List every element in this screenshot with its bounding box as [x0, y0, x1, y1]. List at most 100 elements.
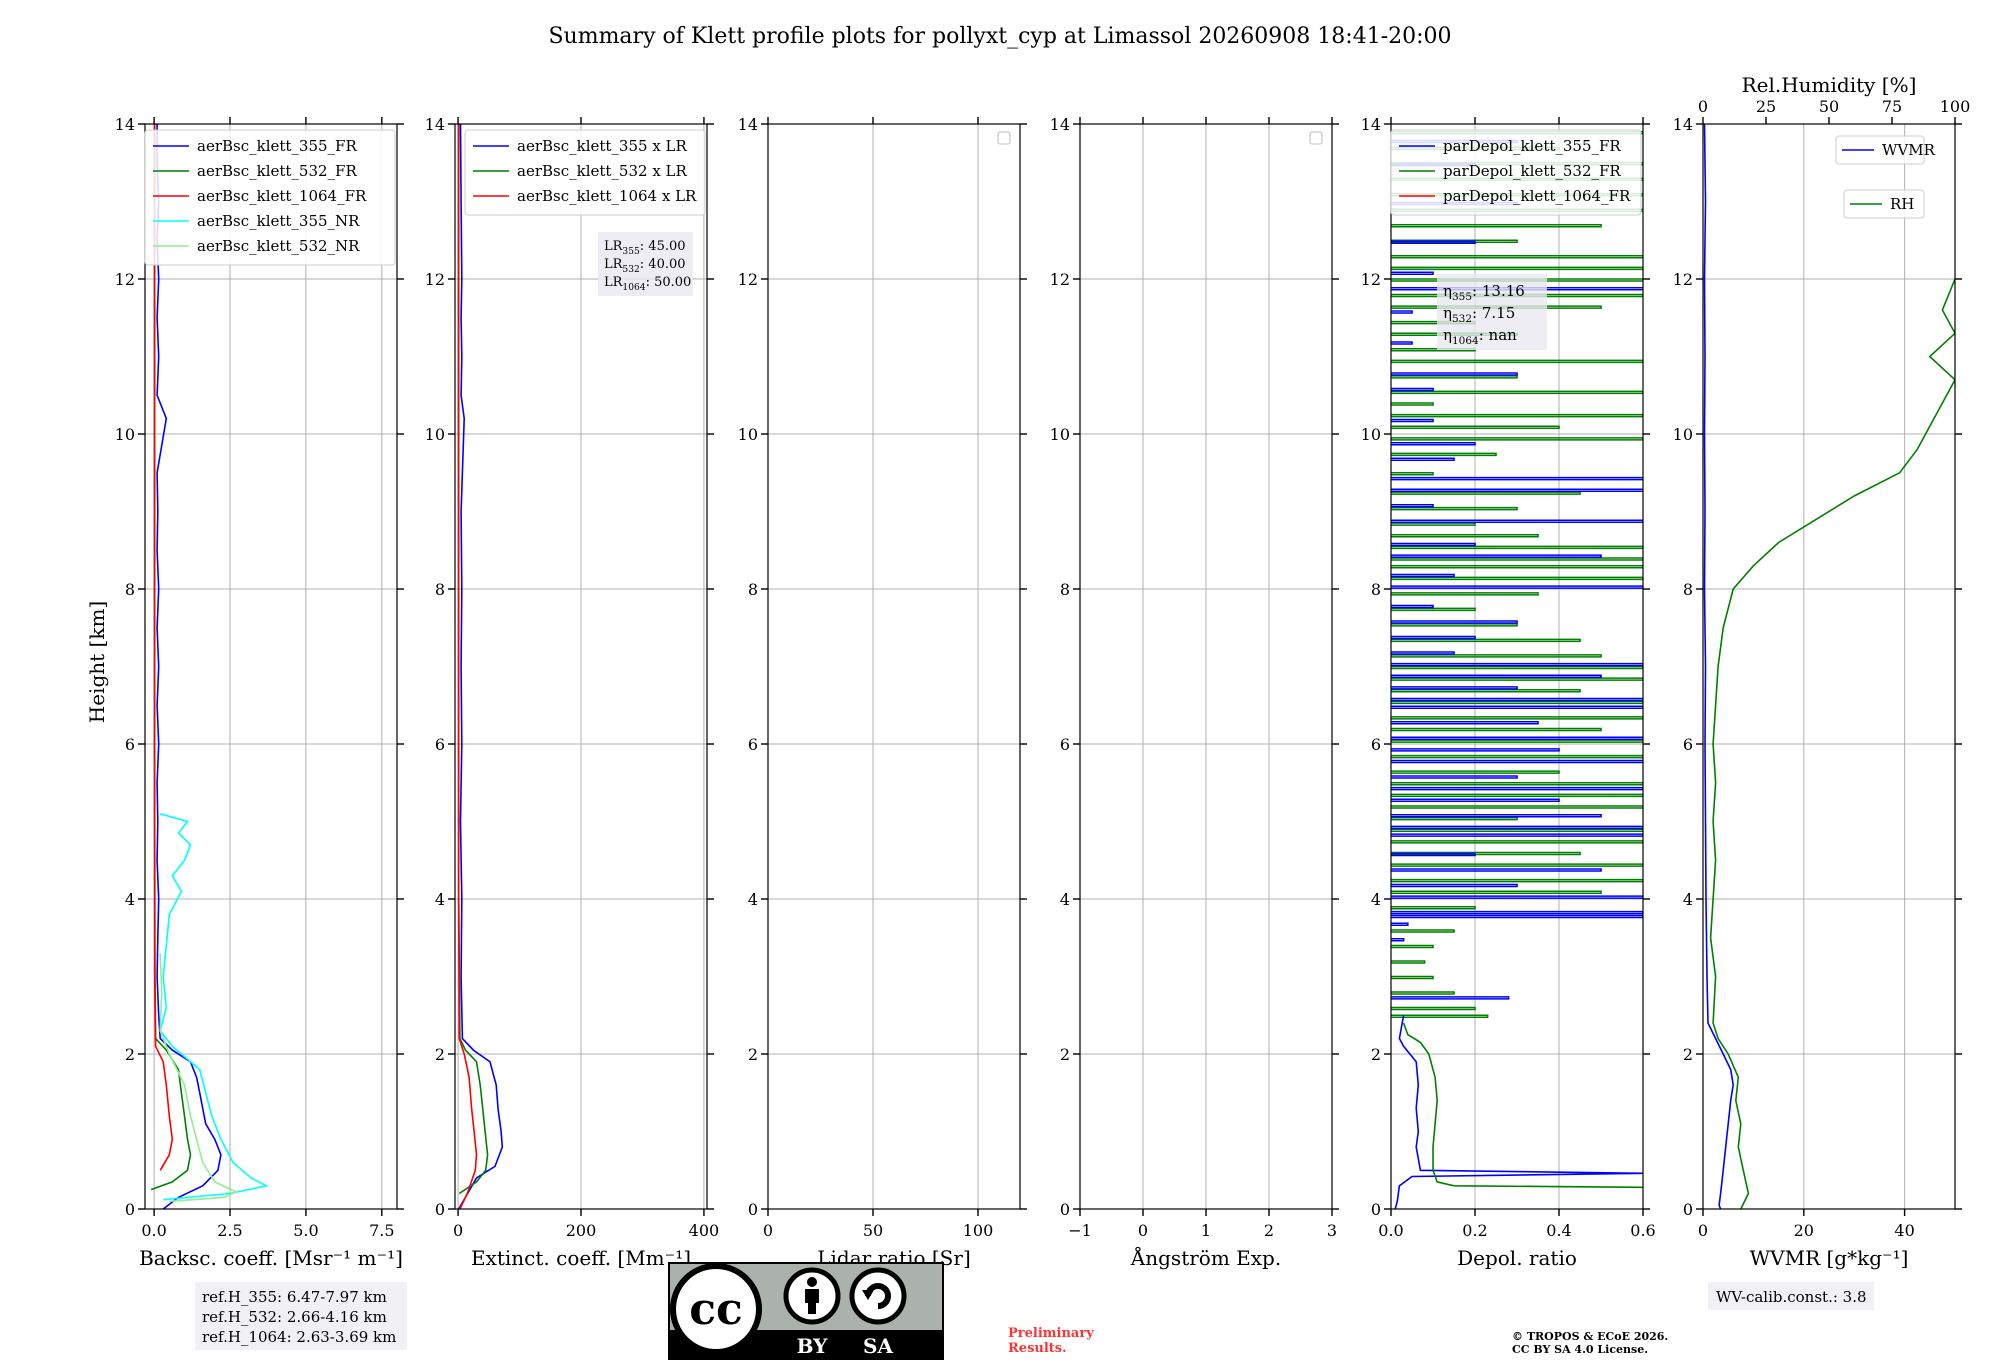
depol-355-spike-11: [1391, 813, 1602, 818]
depol-532-spike-9: [1391, 878, 1643, 883]
y-tick-label: 8: [125, 580, 135, 599]
depol-532-spike-16: [1391, 793, 1643, 798]
depol-532-spike-38: [1391, 506, 1518, 511]
depol-355-spike-40: [1391, 372, 1518, 376]
depol-355-spike-0: [1391, 996, 1510, 1000]
depol-532-spike-19: [1391, 754, 1643, 759]
x-axis-label: WVMR [g*kg⁻¹]: [1750, 1246, 1909, 1270]
y-tick-label: 14: [1673, 115, 1693, 134]
depol-355-spike-23: [1391, 662, 1643, 667]
depol-532-spike-15: [1391, 805, 1643, 809]
depol-532-spike-29: [1391, 623, 1518, 627]
x-tick-label: 0: [1138, 1221, 1148, 1240]
panel-extinction: 0 200 400 0 2 4 6 8 10 12 14 Extinct. coeff. [Mm⁻¹]…: [425, 115, 720, 1270]
x-tick-label: 5.0: [293, 1221, 318, 1240]
depol-532-spike-44: [1391, 413, 1643, 418]
y-tick-label: 0: [1371, 1200, 1381, 1219]
depol-355-spike-9: [1391, 833, 1643, 837]
x-tick-label: 0.0: [141, 1221, 166, 1240]
preliminary-results-2: Results.: [1008, 1341, 1067, 1356]
y-tick-label: 0: [1683, 1200, 1693, 1219]
y-tick-label: 6: [1683, 735, 1693, 754]
depol-532-spike-56: [1391, 254, 1643, 259]
copyright-line-1: © TROPOS & ECoE 2026.: [1512, 1330, 1668, 1343]
y-tick-label: 4: [1060, 890, 1070, 909]
y-tick-label: 10: [425, 425, 445, 444]
depol-532-spike-14: [1391, 816, 1518, 821]
y-tick-label: 14: [1361, 115, 1381, 134]
y-tick-label: 12: [425, 270, 445, 289]
depol-355-spike-18: [1391, 720, 1539, 725]
depol-355-spike-10: [1391, 825, 1643, 830]
figure: Summary of Klett profile plots for polly…: [0, 0, 2000, 1360]
y-tick-label: 6: [435, 735, 445, 754]
y-axis-label: Height [km]: [85, 601, 109, 723]
cc-by-label: BY: [797, 1334, 829, 1358]
depol-355-spike-31: [1391, 542, 1476, 547]
depol-532-spike-40: [1391, 471, 1434, 476]
sa-share-alike-icon: [849, 1267, 907, 1325]
depol-355-spike-29: [1391, 573, 1455, 578]
depol-532-spike-2: [1391, 991, 1455, 995]
depol-355-spike-38: [1391, 418, 1434, 423]
x-tick-label: 0.4: [1546, 1221, 1571, 1240]
legend-extinction: aerBsc_klett_355 x LR aerBsc_klett_532 x …: [464, 129, 706, 216]
y-tick-label: 12: [1673, 270, 1693, 289]
ref-height-532: ref.H_532: 2.66-4.16 km: [202, 1308, 387, 1326]
depol-532-spike-8: [1391, 890, 1602, 895]
depol-532-spike-20: [1391, 739, 1643, 743]
y-tick-label: 6: [1371, 735, 1381, 754]
depol-355-spike-37: [1391, 441, 1476, 446]
y-tick-label: 10: [1361, 425, 1381, 444]
depol-355-spike-4: [1391, 910, 1643, 915]
depol-532-spike-4: [1391, 960, 1426, 964]
series-line-depol-1: [1402, 1022, 1643, 1189]
depol-355-spike-14: [1391, 775, 1518, 779]
depol-532-spike-13: [1391, 828, 1643, 833]
panel-wvmr: 0 20 40 0 2 4 6 8 10 12 14 WVMR [g*kg⁻¹] 0 25 50 75 100 R…: [1673, 73, 1971, 1270]
x2-tick-label: 25: [1756, 97, 1776, 116]
depol-532-spike-21: [1391, 727, 1602, 732]
series-line-depol-0: [1394, 1015, 1643, 1209]
depol-355-spike-32: [1391, 519, 1643, 524]
y-tick-label: 6: [125, 735, 135, 754]
depol-532-spike-28: [1391, 638, 1581, 643]
legend-label: aerBsc_klett_1064_FR: [197, 187, 367, 205]
depol-532-spike-41: [1391, 452, 1497, 457]
depol-532-spike-39: [1391, 491, 1581, 495]
y-tick-label: 2: [1683, 1045, 1693, 1064]
y-tick-label: 8: [748, 580, 758, 599]
depol-355-spike-1: [1391, 937, 1405, 942]
legend-label: aerBsc_klett_532 x LR: [517, 162, 688, 180]
x-tick-label: 7.5: [369, 1221, 394, 1240]
x-tick-label: 0.0: [1378, 1221, 1403, 1240]
depol-532-spike-10: [1391, 863, 1643, 867]
panel-backscatter: 0.0 2.5 5.0 7.5 0 2 4 6 8 10 12 14 Backsc. coeff. [M…: [115, 115, 404, 1270]
figure-canvas: Summary of Klett profile plots for polly…: [85, 24, 1971, 1356]
plot-area-backscatter: [150, 124, 269, 1209]
legend-label: parDepol_klett_1064_FR: [1443, 187, 1631, 205]
depol-532-spike-12: [1391, 840, 1643, 844]
figure-title: Summary of Klett profile plots for polly…: [548, 24, 1451, 49]
x-tick-label: 2.5: [217, 1221, 242, 1240]
preliminary-results-1: Preliminary: [1008, 1326, 1094, 1341]
wv-calib-box: WV-calib.const.: 3.8: [1708, 1282, 1874, 1310]
depol-532-spike-47: [1391, 375, 1518, 379]
depol-532-spike-34: [1391, 557, 1643, 561]
y-tick-label: 4: [1371, 890, 1381, 909]
x-tick-label: 2: [1264, 1221, 1274, 1240]
depol-355-spike-28: [1391, 585, 1643, 589]
depol-355-spike-41: [1391, 341, 1413, 345]
x-axis-label: Extinct. coeff. [Mm⁻¹]: [471, 1246, 691, 1270]
annotation-box-depol: η355: 13.16η532: 7.15η1064: nan: [1437, 274, 1547, 350]
y-tick-label: 10: [1673, 425, 1693, 444]
ref-height-1064: ref.H_1064: 2.63-3.69 km: [202, 1328, 396, 1346]
y-tick-label: 0: [1060, 1200, 1070, 1219]
axes-frame: [144, 123, 398, 1210]
x-tick-label: 0: [1698, 1221, 1708, 1240]
depol-532-spike-31: [1391, 592, 1539, 596]
annotation-box-extinction: LR355: 45.00LR532: 40.00LR1064: 50.00: [598, 232, 693, 296]
cc-by-sa-logo: cc BY SA: [668, 1262, 944, 1360]
y-tick-label: 8: [435, 580, 445, 599]
depol-532-spike-33: [1391, 564, 1643, 569]
